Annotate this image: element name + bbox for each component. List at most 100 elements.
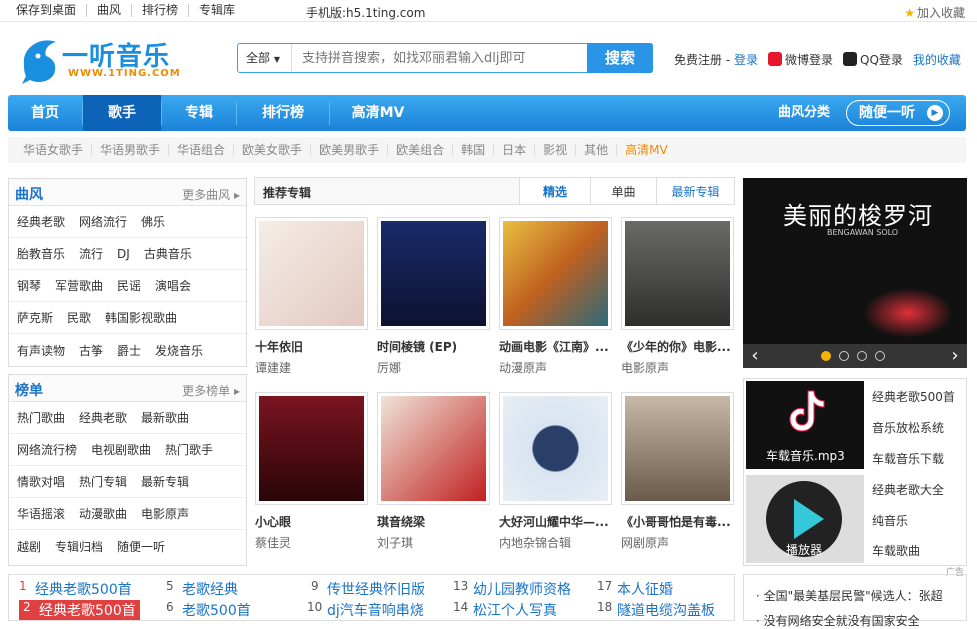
my-favorites-link[interactable]: 我的收藏 [913, 51, 961, 68]
genre-link[interactable]: 佛乐 [141, 213, 165, 230]
album-name[interactable]: 《少年的你》电影... [621, 338, 734, 355]
subnav-item-hd-mv[interactable]: 高清MV [617, 144, 676, 156]
album-cover[interactable] [377, 217, 490, 330]
album-library-link[interactable]: 专辑库 [189, 4, 245, 17]
chart-link[interactable]: 热门歌曲 [17, 409, 65, 426]
ad-image-car-music[interactable]: 车载音乐.mp3 [746, 381, 864, 469]
album-cover[interactable] [499, 217, 612, 330]
news-item[interactable]: · 全国"最美基层民警"候选人：张超 [756, 587, 966, 604]
album-cover[interactable] [377, 392, 490, 505]
album-artist[interactable]: 内地杂锦合辑 [499, 534, 612, 551]
genre-link[interactable]: 经典老歌 [17, 213, 65, 230]
subnav-item[interactable]: 欧美男歌手 [311, 144, 389, 156]
album-artist[interactable]: 蔡佳灵 [255, 534, 368, 551]
subnav-item[interactable]: 华语女歌手 [23, 144, 93, 156]
hot-search-item[interactable]: 5 老歌经典 [166, 579, 238, 599]
album-cover[interactable] [255, 392, 368, 505]
search-button[interactable]: 搜索 [587, 43, 653, 73]
mobile-version-link[interactable]: 手机版:h5.1ting.com [306, 4, 425, 21]
genre-link[interactable]: 钢琴 [17, 277, 41, 294]
site-logo[interactable]: 一听音乐 WWW.1TING.COM [18, 34, 180, 86]
album-artist[interactable]: 谭建建 [255, 359, 368, 376]
genre-link[interactable]: 有声读物 [17, 342, 65, 359]
register-link[interactable]: 免费注册 - [674, 53, 734, 67]
genre-link[interactable]: 胎教音乐 [17, 245, 65, 262]
chart-link[interactable]: 最新专辑 [141, 473, 189, 490]
album-name[interactable]: 琪音绕梁 [377, 513, 490, 530]
nav-albums[interactable]: 专辑 [162, 95, 236, 131]
hot-search-item[interactable]: 10 dj汽车音响串烧 [307, 600, 424, 620]
ad-link[interactable]: 车载音乐下载 [872, 450, 944, 467]
chart-link[interactable]: 华语摇滚 [17, 505, 65, 522]
pager-dot[interactable] [875, 351, 885, 361]
album-name[interactable]: 十年依旧 [255, 338, 368, 355]
hot-search-item[interactable]: 1 经典老歌500首 [19, 579, 132, 599]
pager-dot[interactable] [857, 351, 867, 361]
chart-link[interactable]: 电视剧歌曲 [91, 441, 151, 458]
ad-link[interactable]: 经典老歌500首 [872, 388, 955, 405]
chart-link[interactable]: 排行榜 [132, 4, 190, 17]
nav-charts[interactable]: 排行榜 [237, 95, 329, 131]
chart-link[interactable]: 电影原声 [141, 505, 189, 522]
album-name[interactable]: 动画电影《江南》... [499, 338, 612, 355]
tab-new-albums[interactable]: 最新专辑 [657, 177, 735, 205]
album-card[interactable]: 琪音绕梁 刘子琪 [377, 392, 490, 551]
subnav-item[interactable]: 韩国 [453, 144, 495, 156]
hot-search-item[interactable]: 2 经典老歌500首 [19, 600, 140, 620]
nav-hd-mv[interactable]: 高清MV [330, 95, 426, 131]
chart-link[interactable]: 越剧 [17, 538, 41, 555]
nav-singers[interactable]: 歌手 [83, 95, 161, 131]
album-card[interactable]: 《少年的你》电影... 电影原声 [621, 217, 734, 376]
chart-link[interactable]: 专辑归档 [55, 538, 103, 555]
hot-search-item[interactable]: 18 隧道电缆沟盖板 [597, 600, 715, 620]
subnav-item[interactable]: 日本 [494, 144, 536, 156]
album-name[interactable]: 《小哥哥怕是有毒... [621, 513, 734, 530]
genre-link[interactable]: 韩国影视歌曲 [105, 309, 177, 326]
subnav-item[interactable]: 华语组合 [169, 144, 235, 156]
genre-link[interactable]: 流行 [79, 245, 103, 262]
ad-link[interactable]: 音乐放松系统 [872, 419, 944, 436]
ad-link[interactable]: 纯音乐 [872, 512, 908, 529]
genre-link[interactable]: 萨克斯 [17, 309, 53, 326]
album-card[interactable]: 《小哥哥怕是有毒... 网剧原声 [621, 392, 734, 551]
save-desktop-link[interactable]: 保存到桌面 [16, 4, 88, 17]
chart-link[interactable]: 网络流行榜 [17, 441, 77, 458]
hot-search-item[interactable]: 6 老歌500首 [166, 600, 251, 620]
genre-category-link[interactable]: 曲风分类 [778, 95, 830, 131]
subnav-item[interactable]: 华语男歌手 [92, 144, 170, 156]
subnav-item[interactable]: 其他 [576, 144, 618, 156]
album-card[interactable]: 大好河山耀中华—... 内地杂锦合辑 [499, 392, 612, 551]
genre-link[interactable]: DJ [117, 247, 130, 261]
hot-search-item[interactable]: 9 传世经典怀旧版 [311, 579, 425, 599]
genre-link[interactable]: 网络流行 [79, 213, 127, 230]
pager-dot[interactable] [839, 351, 849, 361]
nav-home[interactable]: 首页 [8, 95, 82, 131]
chart-link[interactable]: 随便一听 [117, 538, 165, 555]
chart-link[interactable]: 情歌对唱 [17, 473, 65, 490]
album-card[interactable]: 十年依旧 谭建建 [255, 217, 368, 376]
album-artist[interactable]: 厉娜 [377, 359, 490, 376]
album-cover[interactable] [621, 392, 734, 505]
chart-link[interactable]: 热门专辑 [79, 473, 127, 490]
hot-search-item[interactable]: 13 幼儿园教师资格 [453, 579, 571, 599]
album-artist[interactable]: 网剧原声 [621, 534, 734, 551]
genre-link[interactable]: 爵士 [117, 342, 141, 359]
album-name[interactable]: 大好河山耀中华—... [499, 513, 612, 530]
genre-link[interactable]: 民歌 [67, 309, 91, 326]
promo-banner[interactable]: 美丽的梭罗河 BENGAWAN SOLO ‹ › [743, 178, 967, 368]
subnav-item[interactable]: 欧美女歌手 [234, 144, 312, 156]
more-charts-link[interactable]: 更多榜单 ▸ [182, 382, 240, 399]
chart-link[interactable]: 最新歌曲 [141, 409, 189, 426]
album-card[interactable]: 小心眼 蔡佳灵 [255, 392, 368, 551]
album-name[interactable]: 小心眼 [255, 513, 368, 530]
prev-arrow-icon[interactable]: ‹ [743, 344, 767, 368]
album-artist[interactable]: 动漫原声 [499, 359, 612, 376]
next-arrow-icon[interactable]: › [943, 344, 967, 368]
more-genres-link[interactable]: 更多曲风 ▸ [182, 186, 240, 203]
hot-search-item[interactable]: 17 本人征婚 [597, 579, 673, 599]
tab-singles[interactable]: 单曲 [591, 177, 657, 205]
genre-link[interactable]: 演唱会 [155, 277, 191, 294]
random-play-button[interactable]: 随便一听 ▶ [846, 100, 950, 126]
genre-link[interactable]: 发烧音乐 [155, 342, 203, 359]
album-cover[interactable] [499, 392, 612, 505]
